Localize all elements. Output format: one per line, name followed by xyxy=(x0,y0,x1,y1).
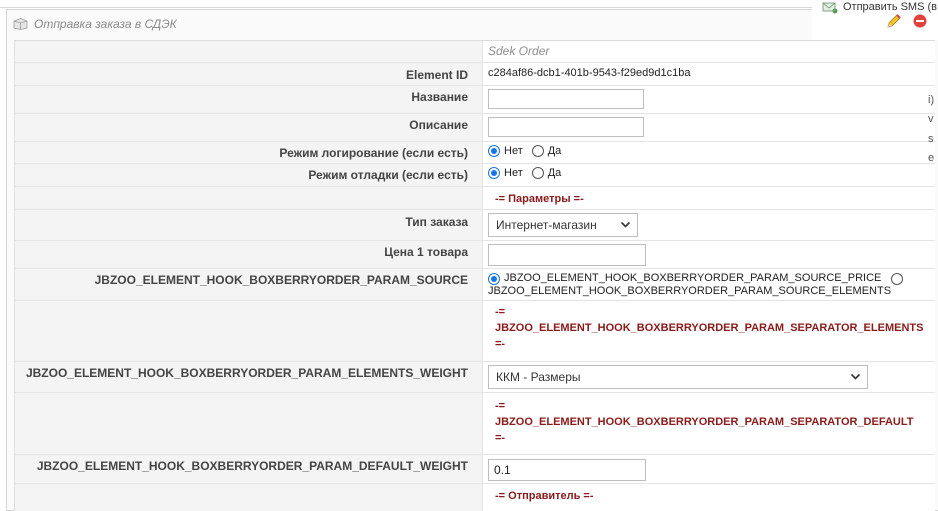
log-mode-radio-yes-label[interactable]: Да xyxy=(548,145,562,157)
log-mode-radio-yes[interactable] xyxy=(531,145,544,157)
param-source-radio-price-label[interactable]: JBZOO_ELEMENT_HOOK_BOXBERRYORDER_PARAM_S… xyxy=(504,272,881,285)
debug-mode-radio-no-label[interactable]: Нет xyxy=(504,167,523,179)
elements-weight-label: JBZOO_ELEMENT_HOOK_BOXBERRYORDER_PARAM_E… xyxy=(25,366,468,380)
description-row: Описание xyxy=(15,114,935,142)
send-sms-label: Отправить SMS (в xyxy=(843,1,937,13)
form-subtitle: Sdek Order xyxy=(488,44,550,58)
description-label: Описание xyxy=(409,118,468,132)
param-source-label: JBZOO_ELEMENT_HOOK_BOXBERRYORDER_PARAM_S… xyxy=(94,273,468,287)
log-mode-label: Режим логирование (если есть) xyxy=(279,146,468,160)
side-text-fragment: s xyxy=(928,133,934,145)
panel-title: Отправка заказа в СДЭК xyxy=(34,17,177,31)
side-text-fragment: v xyxy=(928,113,934,125)
top-divider xyxy=(0,0,938,8)
send-sms-link[interactable]: Отправить SMS (в xyxy=(822,0,937,14)
params-section-title: -= Параметры =- xyxy=(495,193,584,205)
side-text-fragment: e xyxy=(928,152,935,164)
separator-elements-block: -= JBZOO_ELEMENT_HOOK_BOXBERRYORDER_PARA… xyxy=(495,304,923,352)
separator-open: -= xyxy=(495,306,506,318)
elements-weight-row: JBZOO_ELEMENT_HOOK_BOXBERRYORDER_PARAM_E… xyxy=(15,362,935,393)
separator-open: -= xyxy=(495,400,506,412)
send-sms-icon xyxy=(822,2,838,14)
separator-close: =- xyxy=(495,432,506,444)
order-type-selected: Интернет-магазин xyxy=(496,218,597,232)
debug-mode-row: Режим отладки (если есть) Нет Да xyxy=(15,164,935,187)
chevron-down-icon xyxy=(850,373,861,380)
sender-section-title: -= Отправитель =- xyxy=(495,490,594,502)
element-id-label: Element ID xyxy=(405,68,468,82)
description-input[interactable] xyxy=(488,117,644,137)
param-source-radio-elements[interactable] xyxy=(891,272,904,285)
debug-mode-radio-group: Нет Да xyxy=(488,167,570,179)
log-mode-radio-group: Нет Да xyxy=(488,145,570,157)
price-row: Цена 1 товара xyxy=(15,241,935,269)
delete-icon[interactable] xyxy=(913,14,927,28)
default-weight-row: JBZOO_ELEMENT_HOOK_BOXBERRYORDER_PARAM_D… xyxy=(15,455,935,484)
debug-mode-radio-yes-label[interactable]: Да xyxy=(548,167,562,179)
order-type-label: Тип заказа xyxy=(405,215,468,229)
element-id-value: c284af86-dcb1-401b-9543-f29ed9d1c1ba xyxy=(488,67,691,79)
param-source-row: JBZOO_ELEMENT_HOOK_BOXBERRYORDER_PARAM_S… xyxy=(15,269,935,301)
order-type-row: Тип заказа Интернет-магазин xyxy=(15,210,935,241)
chevron-down-icon xyxy=(620,221,631,228)
name-label: Название xyxy=(411,90,468,104)
debug-mode-label: Режим отладки (если есть) xyxy=(308,168,468,182)
price-label: Цена 1 товара xyxy=(384,245,468,259)
separator-default-title: JBZOO_ELEMENT_HOOK_BOXBERRYORDER_PARAM_S… xyxy=(495,416,914,428)
price-input[interactable] xyxy=(488,244,646,266)
package-icon xyxy=(13,18,28,30)
elements-weight-selected: ККМ - Размеры xyxy=(496,370,581,384)
log-mode-radio-no[interactable] xyxy=(488,145,500,157)
form-subtitle-row: Sdek Order xyxy=(15,41,935,63)
log-mode-row: Режим логирование (если есть) Нет Да xyxy=(15,142,935,164)
name-input[interactable] xyxy=(488,89,644,109)
param-source-radio-group: JBZOO_ELEMENT_HOOK_BOXBERRYORDER_PARAM_S… xyxy=(488,272,907,298)
separator-close: =- xyxy=(495,338,506,350)
params-section-row: -= Параметры =- xyxy=(15,187,935,210)
sdek-order-form: Sdek Order Element ID c284af86-dcb1-401b… xyxy=(14,40,935,511)
debug-mode-radio-no[interactable] xyxy=(488,167,500,179)
param-source-radio-elements-label[interactable]: JBZOO_ELEMENT_HOOK_BOXBERRYORDER_PARAM_S… xyxy=(488,285,907,298)
elements-weight-select[interactable]: ККМ - Размеры xyxy=(488,365,868,389)
name-row: Название xyxy=(15,86,935,114)
default-weight-label: JBZOO_ELEMENT_HOOK_BOXBERRYORDER_PARAM_D… xyxy=(36,459,468,473)
debug-mode-radio-yes[interactable] xyxy=(531,167,544,179)
default-weight-input[interactable] xyxy=(488,459,646,481)
order-type-select[interactable]: Интернет-магазин xyxy=(488,213,638,237)
separator-elements-title: JBZOO_ELEMENT_HOOK_BOXBERRYORDER_PARAM_S… xyxy=(495,322,924,334)
separator-elements-row: -= JBZOO_ELEMENT_HOOK_BOXBERRYORDER_PARA… xyxy=(15,301,935,362)
param-source-radio-price[interactable] xyxy=(488,272,500,285)
edit-pencil-icon[interactable] xyxy=(886,13,902,29)
panel-header: Отправка заказа в СДЭК xyxy=(13,14,177,34)
separator-default-row: -= JBZOO_ELEMENT_HOOK_BOXBERRYORDER_PARA… xyxy=(15,393,935,455)
separator-default-block: -= JBZOO_ELEMENT_HOOK_BOXBERRYORDER_PARA… xyxy=(495,398,913,446)
element-id-row: Element ID c284af86-dcb1-401b-9543-f29ed… xyxy=(15,63,935,86)
side-text-fragment: i) xyxy=(928,94,935,106)
sender-section-row: -= Отправитель =- xyxy=(15,484,935,511)
log-mode-radio-no-label[interactable]: Нет xyxy=(504,145,523,157)
